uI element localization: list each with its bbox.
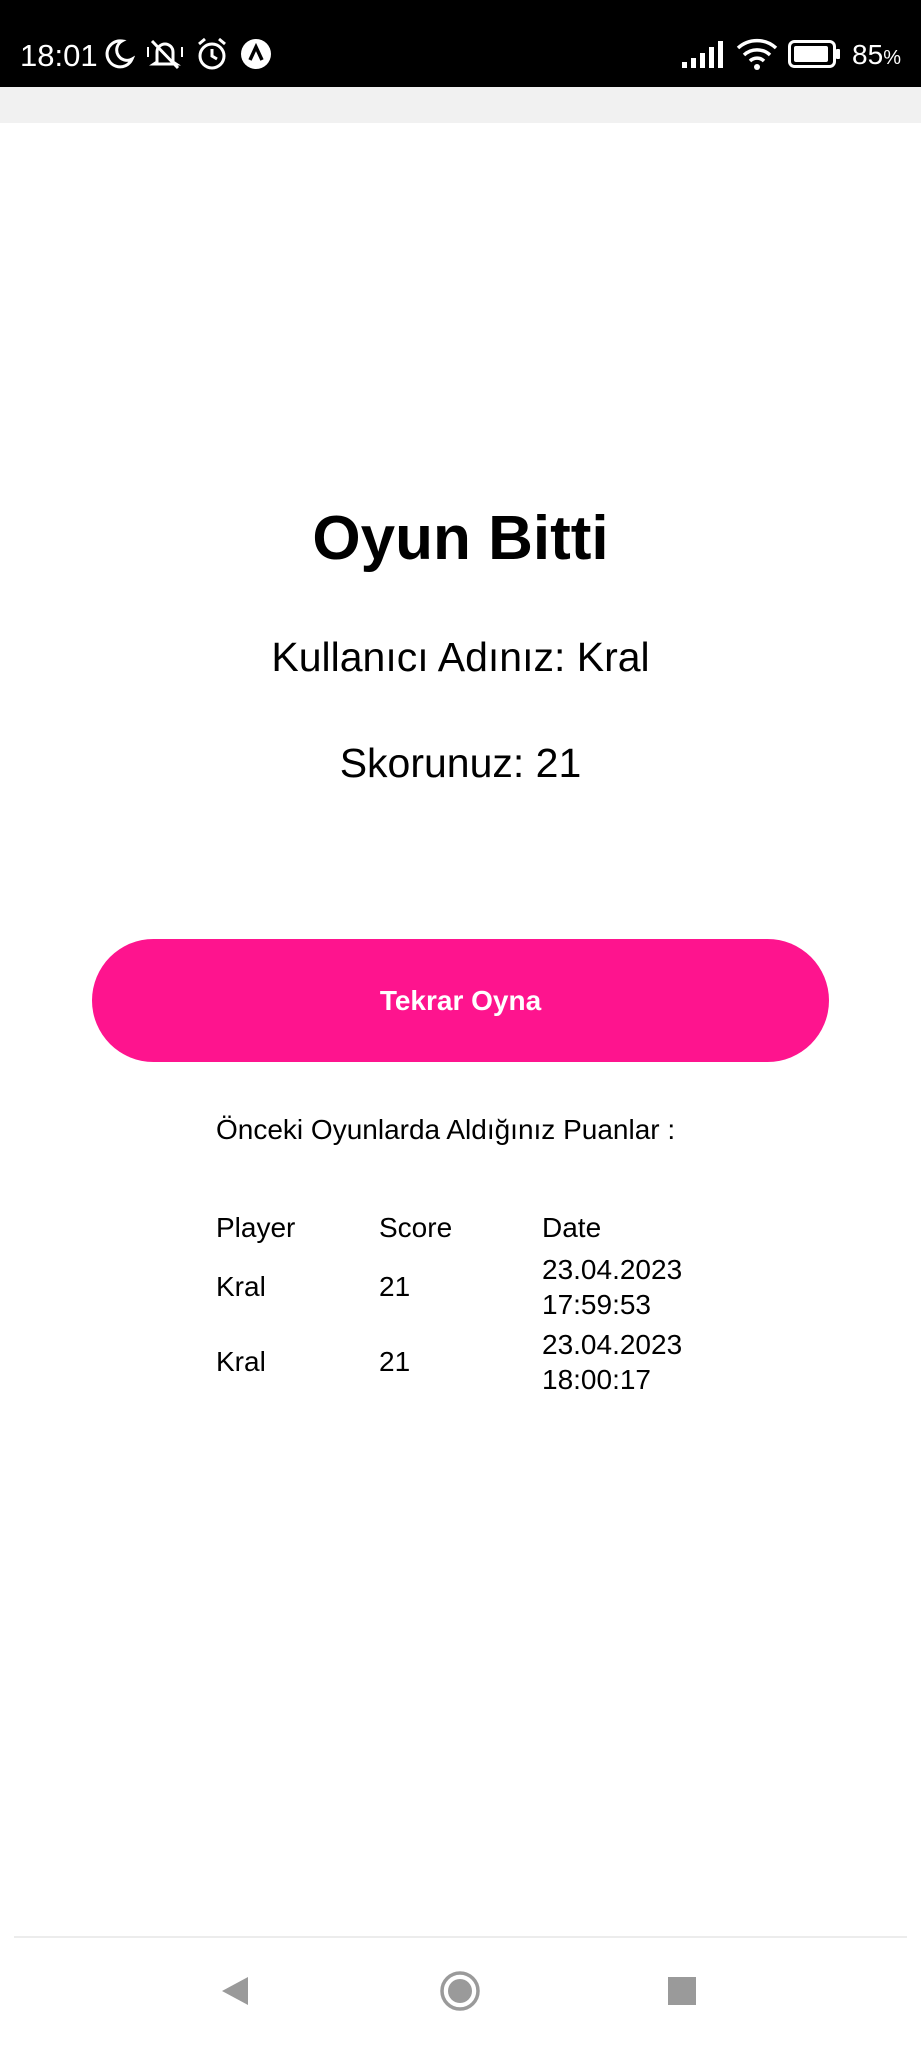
history-label: Önceki Oyunlarda Aldığınız Puanlar : (216, 1114, 676, 1145)
cell-date: 23.04.2023 17:59:53 (542, 1249, 712, 1324)
status-bar: 18:01 85% (0, 0, 921, 87)
navigation-bar (0, 1938, 921, 2048)
wifi-icon (736, 38, 778, 75)
score-text: Skorunuz: 21 (339, 740, 582, 786)
status-icons-left (103, 37, 272, 76)
cell-date: 23.04.2023 18:00:17 (542, 1324, 712, 1399)
cell-date-day: 23.04.2023 (542, 1328, 683, 1360)
notifications-off-icon (146, 37, 184, 76)
app-notification-icon (240, 38, 272, 75)
recents-icon (667, 1976, 697, 2011)
page-title: Oyun Bitti (312, 504, 609, 573)
table-row: Kral 21 23.04.2023 17:59:53 (216, 1249, 712, 1324)
header-date: Date (542, 1211, 602, 1243)
cell-date-day: 23.04.2023 (542, 1253, 683, 1285)
table-row: Kral 21 23.04.2023 18:00:17 (216, 1324, 712, 1399)
battery-percentage: 85% (852, 38, 901, 70)
cell-player: Kral (216, 1271, 266, 1302)
recents-button[interactable] (652, 1963, 712, 2023)
header-score: Score (379, 1211, 453, 1243)
alarm-icon (195, 37, 229, 76)
app-bar-strip (0, 87, 921, 123)
cell-date-time: 17:59:53 (542, 1288, 651, 1320)
status-time: 18:01 (20, 38, 98, 73)
back-icon (220, 1975, 250, 2012)
cell-date-time: 18:00:17 (542, 1363, 651, 1395)
username-text: Kullanıcı Adınız: Kral (271, 634, 650, 680)
status-icons-right: 85% (682, 38, 901, 74)
home-icon (439, 1970, 481, 2017)
signal-icon (682, 40, 726, 73)
table-header-row: Player Score Date (216, 1205, 712, 1249)
cell-score: 21 (379, 1271, 411, 1302)
header-player: Player (216, 1211, 296, 1243)
home-button[interactable] (430, 1963, 490, 2023)
battery-icon (788, 39, 842, 73)
history-table: Player Score Date Kral 21 23.04.2023 17:… (216, 1205, 712, 1399)
moon-icon (103, 38, 136, 75)
back-button[interactable] (205, 1963, 265, 2023)
cell-player: Kral (216, 1346, 266, 1377)
replay-button[interactable]: Tekrar Oyna (92, 939, 829, 1062)
cell-score: 21 (379, 1346, 411, 1377)
